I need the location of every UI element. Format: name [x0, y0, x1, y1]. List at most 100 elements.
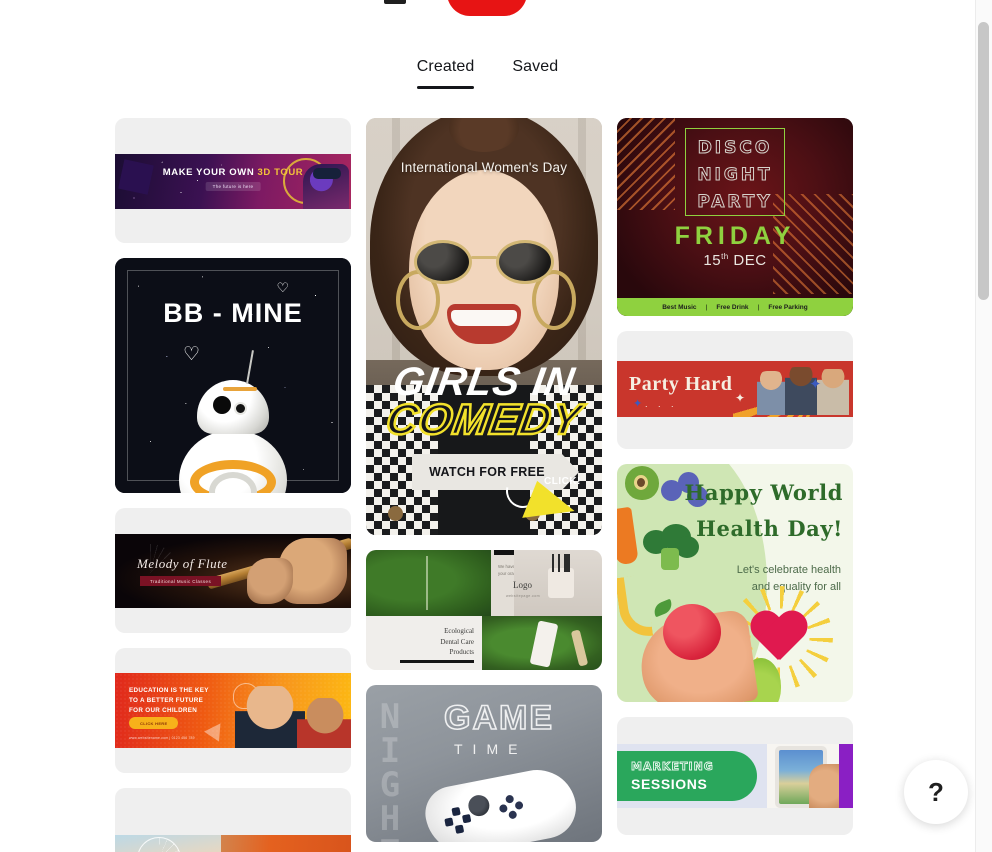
- design-card-game-time[interactable]: NIGHT GAME TIME: [366, 685, 602, 842]
- page-scrollbar-thumb[interactable]: [978, 22, 989, 300]
- design-headline: EDUCATION IS THE KEY TO A BETTER FUTURE …: [129, 687, 209, 714]
- design-subtitle: The future is here: [205, 182, 261, 191]
- star-icon: ✦: [809, 376, 822, 393]
- footer-separator: |: [757, 303, 760, 311]
- design-card-marketing-sessions[interactable]: MARKETING SESSIONS: [617, 717, 853, 835]
- tab-saved[interactable]: Saved: [512, 58, 558, 89]
- overall-button: [388, 506, 403, 521]
- leaf-vein-decor: [426, 556, 428, 610]
- design-title-line-2: NIGHT: [697, 165, 773, 186]
- broccoli-icon: [643, 524, 701, 570]
- avocado-icon: [625, 466, 659, 500]
- design-title-line-2: SESSIONS: [631, 776, 708, 792]
- help-button[interactable]: ?: [904, 760, 968, 824]
- sunglasses-bridge: [471, 256, 497, 259]
- tab-created[interactable]: Created: [416, 58, 475, 89]
- design-title-line-2: Health Day!: [696, 516, 843, 541]
- design-title-line-2: COMEDY: [382, 395, 587, 446]
- firework-decor: [121, 544, 179, 602]
- child-photo: [235, 686, 305, 748]
- sunglasses-lens: [414, 240, 472, 284]
- design-dots-decor: . . .: [645, 399, 678, 409]
- purple-accent-bar: [839, 744, 853, 808]
- design-card-girls-in-comedy[interactable]: International Women's Day GIRLS IN COMED…: [366, 118, 602, 535]
- droid-stripe: [223, 387, 257, 391]
- design-footer-strip: Best Music | Free Drink | Free Parking: [617, 298, 853, 316]
- sparkle-icon: ✦: [735, 391, 746, 405]
- triangle-decor: [118, 159, 154, 195]
- design-title: MAKE YOUR OWN 3D TOUR: [163, 167, 304, 178]
- design-card-3d-tour[interactable]: MAKE YOUR OWN 3D TOUR The future is here: [115, 118, 351, 243]
- design-watermark-text: NIGHT: [370, 697, 410, 842]
- analog-stick-icon: [466, 793, 492, 818]
- create-design-button[interactable]: [447, 0, 527, 16]
- apple-icon: [663, 604, 721, 660]
- design-website: websitepage.com: [506, 594, 540, 598]
- title-main: MAKE YOUR OWN: [162, 167, 255, 178]
- footer-item: Free Parking: [768, 303, 808, 311]
- design-art: Party Hard . . . ✦ ✦ ✦: [617, 361, 853, 417]
- heart-doodle-icon: ♡: [276, 280, 290, 295]
- click-annotation: CLICK!: [499, 467, 602, 535]
- person-shape: [817, 369, 849, 415]
- menu-bar-icon[interactable]: [384, 0, 406, 4]
- content-tabs: Created Saved: [0, 58, 975, 89]
- teeth-shape: [451, 310, 517, 326]
- footer-item: Free Drink: [716, 303, 749, 311]
- date-month: DEC: [733, 252, 767, 269]
- design-title: Ecological Dental Care Products: [440, 627, 474, 656]
- cup-shape: [548, 568, 574, 598]
- design-title: Melody of Flute: [137, 556, 228, 571]
- leaf-photo: [366, 550, 491, 616]
- heart-doodle-icon: ♡: [183, 344, 201, 365]
- design-title-line-1: Happy World: [684, 480, 843, 505]
- design-card-party-hard[interactable]: Party Hard . . . ✦ ✦ ✦: [617, 331, 853, 449]
- design-subtitle: TIME: [454, 741, 528, 757]
- droid-eye-large: [213, 396, 231, 414]
- design-title-line-3: PARTY: [697, 192, 773, 213]
- footer-item: Best Music: [662, 303, 697, 311]
- people-photo: [755, 365, 851, 415]
- design-title-line-1: MARKETING: [631, 760, 714, 774]
- design-art: FAIR ON THE BEACH play and enjoy: [115, 835, 351, 852]
- design-subtitle: Traditional Music Classes: [140, 576, 222, 586]
- child-photo: [297, 698, 351, 748]
- design-title: BB - MINE: [163, 298, 303, 328]
- design-art: EDUCATION IS THE KEY TO A BETTER FUTURE …: [115, 673, 351, 748]
- design-card-fair-on-the-beach[interactable]: FAIR ON THE BEACH play and enjoy: [115, 788, 351, 852]
- game-controller-icon: [420, 763, 582, 842]
- help-icon: ?: [928, 776, 944, 807]
- design-card-bb-mine[interactable]: ♡ ♡ BB - MINE: [115, 258, 351, 493]
- design-art: MAKE YOUR OWN 3D TOUR The future is here: [115, 154, 351, 209]
- design-card-world-health-day[interactable]: Happy World Health Day! Let's celebrate …: [617, 464, 853, 702]
- person-shape: [757, 371, 785, 415]
- title-highlight: 3D TOUR: [257, 167, 304, 178]
- design-card-ecological-dental-care[interactable]: We have the best quality products for yo…: [366, 550, 602, 670]
- design-date: 15th DEC: [617, 252, 853, 269]
- underline-bar: [400, 660, 474, 663]
- design-logo-label: Logo: [513, 580, 532, 590]
- designs-grid: MAKE YOUR OWN 3D TOUR The future is here…: [115, 118, 855, 852]
- top-header-strip: [0, 0, 975, 30]
- design-card-education[interactable]: EDUCATION IS THE KEY TO A BETTER FUTURE …: [115, 648, 351, 773]
- droid-eye-small: [234, 402, 247, 415]
- design-cta-button: CLICK HERE: [129, 717, 179, 729]
- design-title-line-1: DISCO: [697, 138, 773, 159]
- grid-column-1: MAKE YOUR OWN 3D TOUR The future is here…: [115, 118, 351, 852]
- page-scrollbar-track[interactable]: [975, 0, 992, 852]
- design-title: Party Hard: [629, 373, 733, 395]
- footer-separator: |: [705, 303, 708, 311]
- date-number: 15: [703, 252, 722, 269]
- date-suffix: th: [721, 252, 729, 261]
- design-art: Melody of Flute Traditional Music Classe…: [115, 534, 351, 608]
- design-contact-info: www.websitename.com | 0123 456 789: [129, 736, 195, 740]
- subtitle-line-1: Let's celebrate health: [736, 564, 841, 576]
- sunglasses-icon: [411, 240, 557, 284]
- design-card-melody-of-flute[interactable]: Melody of Flute Traditional Music Classe…: [115, 508, 351, 633]
- design-day: FRIDAY: [674, 222, 796, 250]
- vr-headset-shape: [313, 168, 341, 179]
- app-root: Created Saved MAKE YOUR OWN 3D TOUR The: [0, 0, 992, 852]
- design-card-disco-night-party[interactable]: DISCO NIGHT PARTY FRIDAY 15th DEC Best M…: [617, 118, 853, 316]
- design-title: GAME: [443, 698, 554, 738]
- sunglasses-lens: [496, 240, 554, 284]
